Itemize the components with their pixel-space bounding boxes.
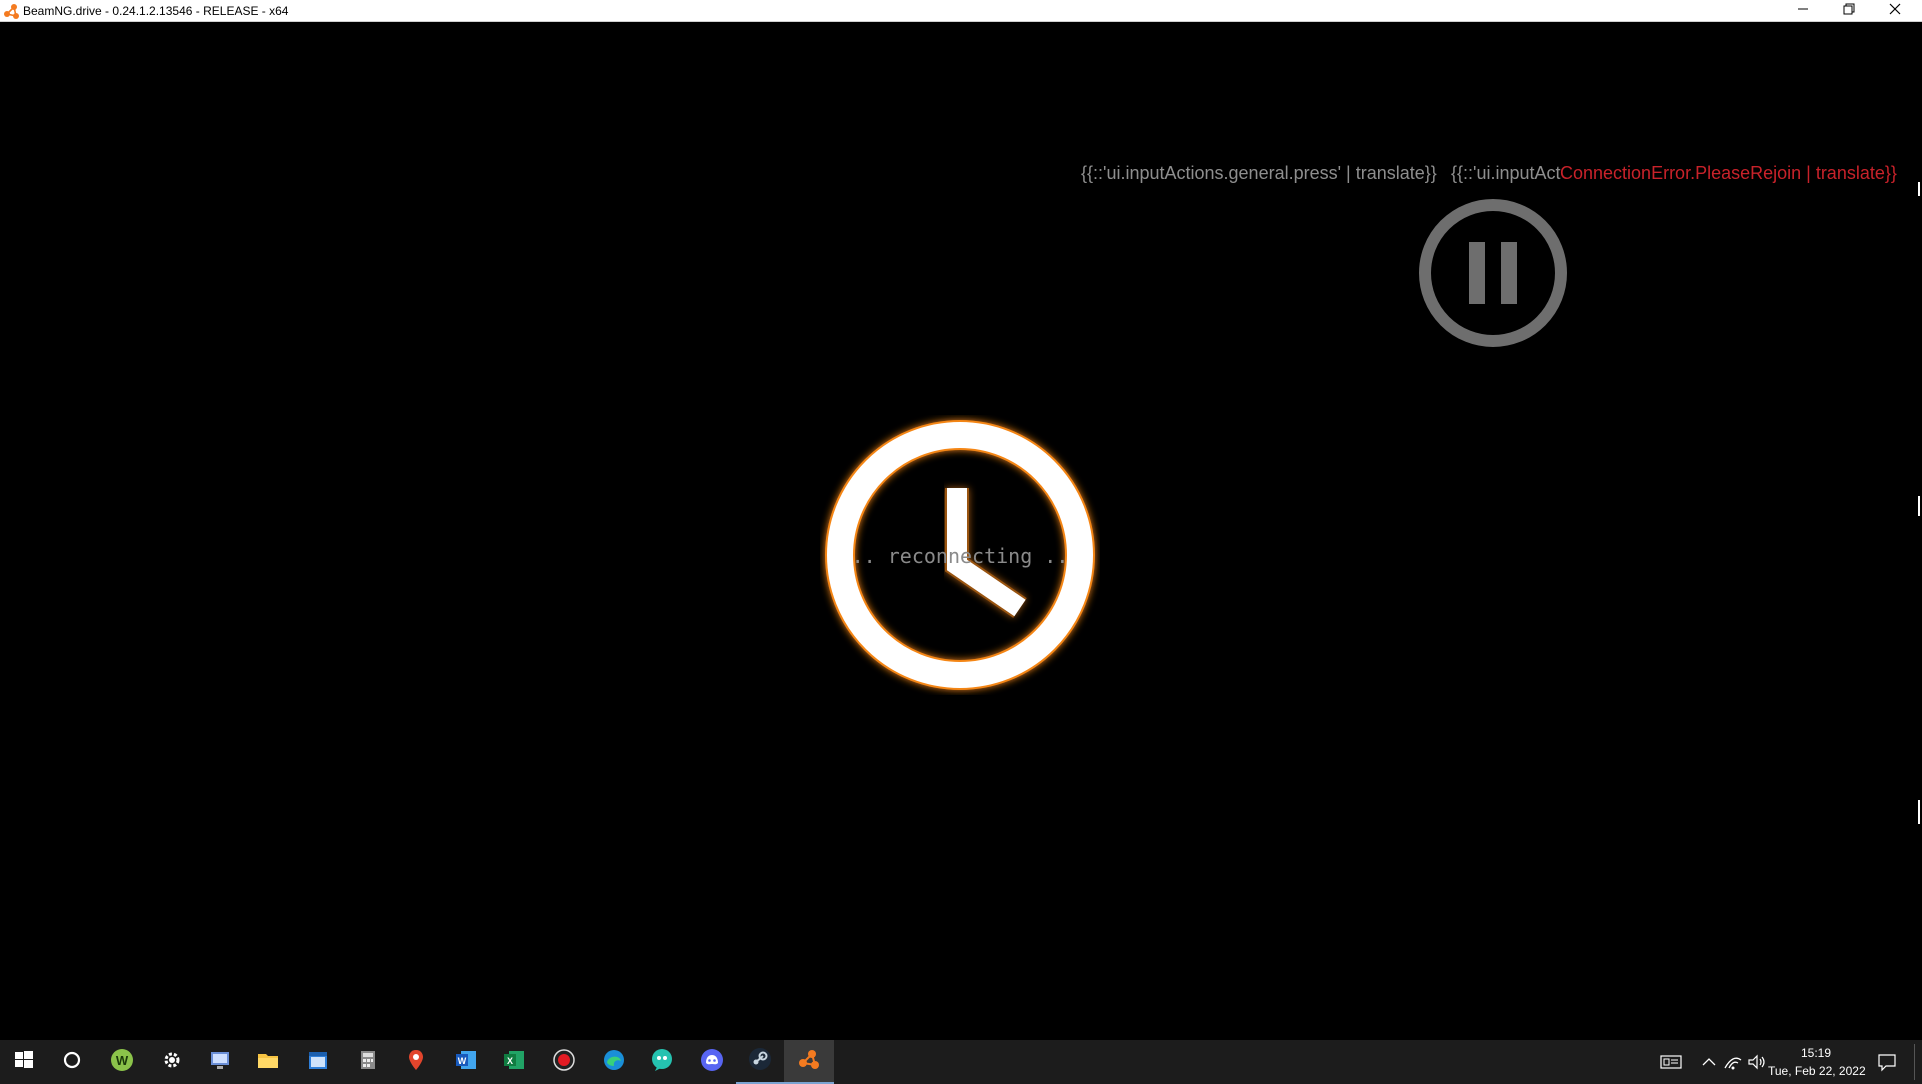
- taskbar-app-record[interactable]: [540, 1040, 588, 1084]
- show-desktop-divider[interactable]: [1914, 1044, 1915, 1080]
- restore-icon: [1843, 2, 1855, 20]
- taskbar-app-beamng[interactable]: [784, 1040, 834, 1084]
- reconnecting-text: .. reconnecting ..: [851, 544, 1069, 568]
- connection-error-text: ConnectionError.PleaseRejoin | translate…: [1560, 163, 1897, 183]
- pause-circle-icon[interactable]: [1415, 195, 1571, 351]
- edge-icon: [601, 1047, 627, 1078]
- svg-text:W: W: [116, 1053, 129, 1068]
- taskbar: W W X 15:19 Tue, Feb 22, 2022: [0, 1040, 1922, 1084]
- taskbar-app-edge[interactable]: [590, 1040, 638, 1084]
- hint-second-text: {{::'ui.inputAct: [1451, 163, 1561, 183]
- chevron-up-icon[interactable]: [1698, 1052, 1720, 1072]
- minimize-button[interactable]: [1780, 0, 1826, 22]
- cortana-icon: [59, 1047, 85, 1078]
- remote-desktop-icon: [207, 1047, 233, 1078]
- excel-icon: X: [501, 1047, 527, 1078]
- taskbar-app-maps[interactable]: [392, 1040, 440, 1084]
- beamng-icon: [796, 1046, 822, 1077]
- taskbar-app-w[interactable]: W: [98, 1040, 146, 1084]
- settings-icon: [159, 1047, 185, 1078]
- messenger-icon: [649, 1047, 675, 1078]
- notification-icon[interactable]: [1876, 1052, 1898, 1072]
- svg-text:W: W: [458, 1056, 467, 1066]
- taskbar-app-word[interactable]: W: [442, 1040, 490, 1084]
- calculator-icon: [355, 1047, 381, 1078]
- w-app-icon: W: [109, 1047, 135, 1078]
- taskbar-app-messenger[interactable]: [638, 1040, 686, 1084]
- window-titlebar[interactable]: BeamNG.drive - 0.24.1.2.13546 - RELEASE …: [0, 0, 1922, 22]
- network-icon[interactable]: [1722, 1052, 1744, 1072]
- close-icon: [1889, 2, 1901, 20]
- taskbar-app-settings[interactable]: [148, 1040, 196, 1084]
- discord-icon: [699, 1047, 725, 1078]
- steam-icon: [747, 1046, 773, 1077]
- edge-divider: [1918, 496, 1920, 516]
- taskbar-app-remote[interactable]: [196, 1040, 244, 1084]
- taskbar-date[interactable]: Tue, Feb 22, 2022: [1768, 1064, 1866, 1078]
- taskbar-app-calculator[interactable]: [344, 1040, 392, 1084]
- taskbar-app-explorer[interactable]: [244, 1040, 292, 1084]
- keyboard-icon[interactable]: [1660, 1052, 1682, 1072]
- record-icon: [551, 1047, 577, 1078]
- taskbar-app-calendar[interactable]: [294, 1040, 342, 1084]
- close-button[interactable]: [1872, 0, 1918, 22]
- cortana-button[interactable]: [48, 1040, 96, 1084]
- taskbar-app-steam[interactable]: [736, 1040, 784, 1084]
- window-title: BeamNG.drive - 0.24.1.2.13546 - RELEASE …: [23, 4, 289, 18]
- start-icon: [11, 1047, 37, 1078]
- taskbar-app-discord[interactable]: [688, 1040, 736, 1084]
- volume-icon[interactable]: [1746, 1052, 1768, 1072]
- game-viewport[interactable]: {{::'ui.inputActions.general.press' | tr…: [0, 22, 1922, 1040]
- edge-divider: [1918, 182, 1920, 196]
- hint-press-text: {{::'ui.inputActions.general.press' | tr…: [1081, 163, 1437, 183]
- restore-button[interactable]: [1826, 0, 1872, 22]
- svg-text:X: X: [507, 1056, 513, 1066]
- word-icon: W: [453, 1047, 479, 1078]
- maps-icon: [403, 1047, 429, 1078]
- minimize-icon: [1797, 2, 1809, 20]
- taskbar-time[interactable]: 15:19: [1778, 1046, 1854, 1060]
- edge-divider: [1918, 800, 1920, 824]
- beamng-logo-icon: [3, 3, 20, 20]
- start-button[interactable]: [0, 1040, 48, 1084]
- calendar-icon: [305, 1047, 331, 1078]
- file-explorer-icon: [255, 1047, 281, 1078]
- taskbar-app-excel[interactable]: X: [490, 1040, 538, 1084]
